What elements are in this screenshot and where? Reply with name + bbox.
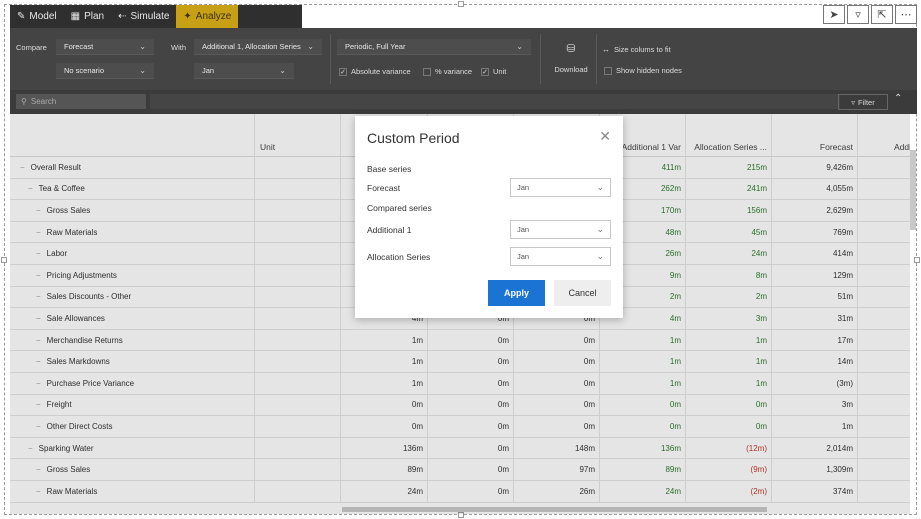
visual-header-icons: ➤ ▿ ⇱ ⋯ — [823, 5, 917, 24]
compare-label: Compare — [16, 43, 47, 52]
search-input[interactable]: ⚲ Search — [16, 94, 146, 109]
download-icon: ⛁ — [566, 43, 576, 55]
additional-label: Additional 1 — [367, 225, 412, 235]
focus-mode-icon[interactable]: ⇱ — [871, 5, 893, 24]
chevron-down-icon: ⌄ — [516, 42, 523, 51]
allocation-label: Allocation Series — [367, 252, 431, 262]
top-nav: ✎ Model ▦ Plan ⇠ Simulate ✦ Analyze — [10, 5, 302, 28]
with-select[interactable]: Additional 1, Allocation Series ⌄ — [194, 39, 322, 55]
download-button[interactable]: ⛁ Download — [551, 42, 591, 74]
with-label: With — [171, 43, 186, 52]
filter-icon: ▿ — [851, 97, 856, 107]
chevron-up-icon[interactable]: ⌃ — [894, 93, 902, 104]
dialog-title: Custom Period — [367, 130, 460, 146]
custom-period-dialog: Custom Period ✕ Base series Forecast Jan… — [355, 116, 623, 318]
percent-variance-checkbox[interactable]: % variance — [423, 67, 472, 76]
apply-button[interactable]: Apply — [488, 280, 545, 306]
with-period-select[interactable]: Jan ⌄ — [194, 63, 294, 79]
unit-checkbox[interactable]: ✓ Unit — [481, 67, 506, 76]
search-icon: ⚲ — [21, 97, 27, 106]
additional-period-select[interactable]: Jan ⌄ — [510, 220, 611, 239]
cancel-button[interactable]: Cancel — [554, 280, 611, 306]
size-columns-button[interactable]: ↔ Size colums to fit — [602, 45, 671, 54]
pin-icon[interactable]: ➤ — [823, 5, 845, 24]
chevron-down-icon: ⌄ — [596, 224, 604, 234]
period-select[interactable]: Periodic, Full Year ⌄ — [337, 39, 531, 55]
toolbar-divider — [540, 34, 541, 84]
allocation-period-select[interactable]: Jan ⌄ — [510, 247, 611, 266]
more-options-icon[interactable]: ⋯ — [895, 5, 917, 24]
forecast-period-select[interactable]: Jan ⌄ — [510, 178, 611, 197]
filter-icon[interactable]: ▿ — [847, 5, 869, 24]
compared-series-heading: Compared series — [367, 203, 432, 213]
tab-plan[interactable]: ▦ Plan — [64, 5, 111, 28]
resize-handle-left[interactable] — [1, 257, 7, 263]
checkmark-icon: ✓ — [481, 67, 489, 76]
chevron-down-icon: ⌄ — [139, 42, 146, 51]
chevron-down-icon: ⌄ — [596, 251, 604, 261]
resize-columns-icon: ↔ — [602, 45, 610, 54]
table-icon: ▦ — [70, 11, 81, 22]
absolute-variance-checkbox[interactable]: ✓ Absolute variance — [339, 67, 411, 76]
chevron-down-icon: ⌄ — [139, 66, 146, 75]
tab-model[interactable]: ✎ Model — [10, 5, 64, 28]
chevron-down-icon: ⌄ — [596, 182, 604, 192]
compare-select[interactable]: Forecast ⌄ — [56, 39, 154, 55]
search-bar: ⚲ Search ▿ Filter ⌃ — [10, 90, 917, 114]
tab-simulate[interactable]: ⇠ Simulate — [111, 5, 176, 28]
analysis-toolbar: Compare Forecast ⌄ No scenario ⌄ With Addi… — [10, 28, 917, 90]
checkmark-icon: ✓ — [339, 67, 347, 76]
simulate-icon: ⇠ — [118, 11, 127, 22]
show-hidden-nodes-checkbox[interactable]: Show hidden nodes — [604, 66, 682, 75]
horizontal-scrollbar[interactable] — [342, 507, 767, 512]
resize-handle-top[interactable] — [458, 1, 464, 7]
analyze-icon: ✦ — [183, 11, 192, 22]
toolbar-divider — [596, 34, 597, 84]
chevron-down-icon: ⌄ — [307, 42, 314, 51]
tab-analyze[interactable]: ✦ Analyze — [176, 5, 239, 28]
base-series-heading: Base series — [367, 164, 412, 174]
resize-handle-right[interactable] — [914, 257, 920, 263]
scenario-select[interactable]: No scenario ⌄ — [56, 63, 154, 79]
toolbar-divider — [330, 34, 331, 84]
vertical-scrollbar[interactable] — [910, 150, 916, 230]
filter-button[interactable]: ▿ Filter — [838, 94, 888, 110]
search-track — [150, 94, 840, 109]
close-icon[interactable]: ✕ — [599, 128, 611, 145]
wrench-icon: ✎ — [17, 11, 26, 22]
forecast-label: Forecast — [367, 183, 401, 193]
chevron-down-icon: ⌄ — [279, 66, 286, 75]
